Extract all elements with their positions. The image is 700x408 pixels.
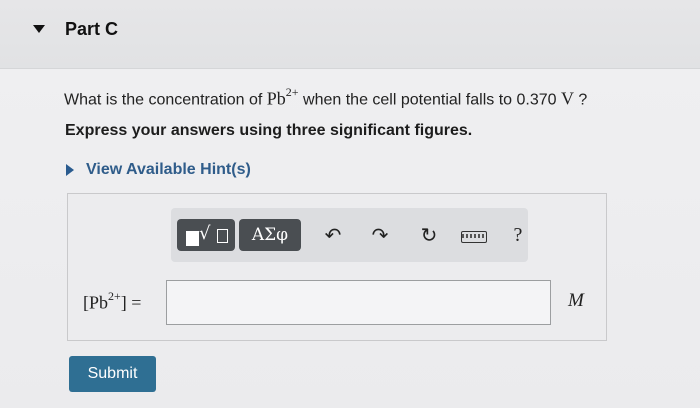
- greek-symbols-button[interactable]: ΑΣφ: [239, 219, 301, 251]
- reset-icon[interactable]: ↻: [415, 219, 443, 251]
- question-unit: V: [560, 88, 574, 109]
- part-title: Part C: [65, 19, 119, 39]
- question-species: Pb: [266, 88, 286, 109]
- answer-label-species: Pb: [89, 292, 109, 313]
- answer-label: [Pb2+] =: [83, 289, 142, 314]
- part-header[interactable]: Part C: [0, 0, 700, 69]
- expand-caret-icon: [66, 164, 74, 176]
- hint-label: View Available Hint(s): [86, 161, 251, 178]
- question-charge: 2+: [285, 85, 299, 99]
- view-hints-link[interactable]: View Available Hint(s): [66, 161, 251, 179]
- instruction-text: Express your answers using three signifi…: [65, 122, 473, 139]
- submit-button[interactable]: Submit: [69, 356, 156, 392]
- help-icon[interactable]: ?: [504, 219, 532, 251]
- answer-input[interactable]: [166, 280, 551, 325]
- question-prefix: What is the concentration of: [64, 91, 267, 109]
- math-toolbar: √ ΑΣφ ↶ ↷ ↻ ?: [171, 208, 528, 262]
- question-value: 0.370: [516, 91, 557, 109]
- templates-icon[interactable]: √: [177, 219, 235, 251]
- answer-label-close: ] =: [120, 292, 142, 313]
- unit-label: M: [568, 290, 584, 311]
- question-middle: when the cell potential falls to: [298, 91, 517, 109]
- collapse-caret-icon[interactable]: [33, 25, 45, 33]
- question-suffix: ?: [573, 91, 588, 109]
- redo-icon[interactable]: ↷: [366, 219, 394, 251]
- answer-label-charge: 2+: [108, 289, 121, 303]
- keyboard-icon[interactable]: [458, 219, 488, 251]
- undo-icon[interactable]: ↶: [319, 219, 347, 251]
- question-text: What is the concentration of Pb2+ when t…: [64, 85, 588, 109]
